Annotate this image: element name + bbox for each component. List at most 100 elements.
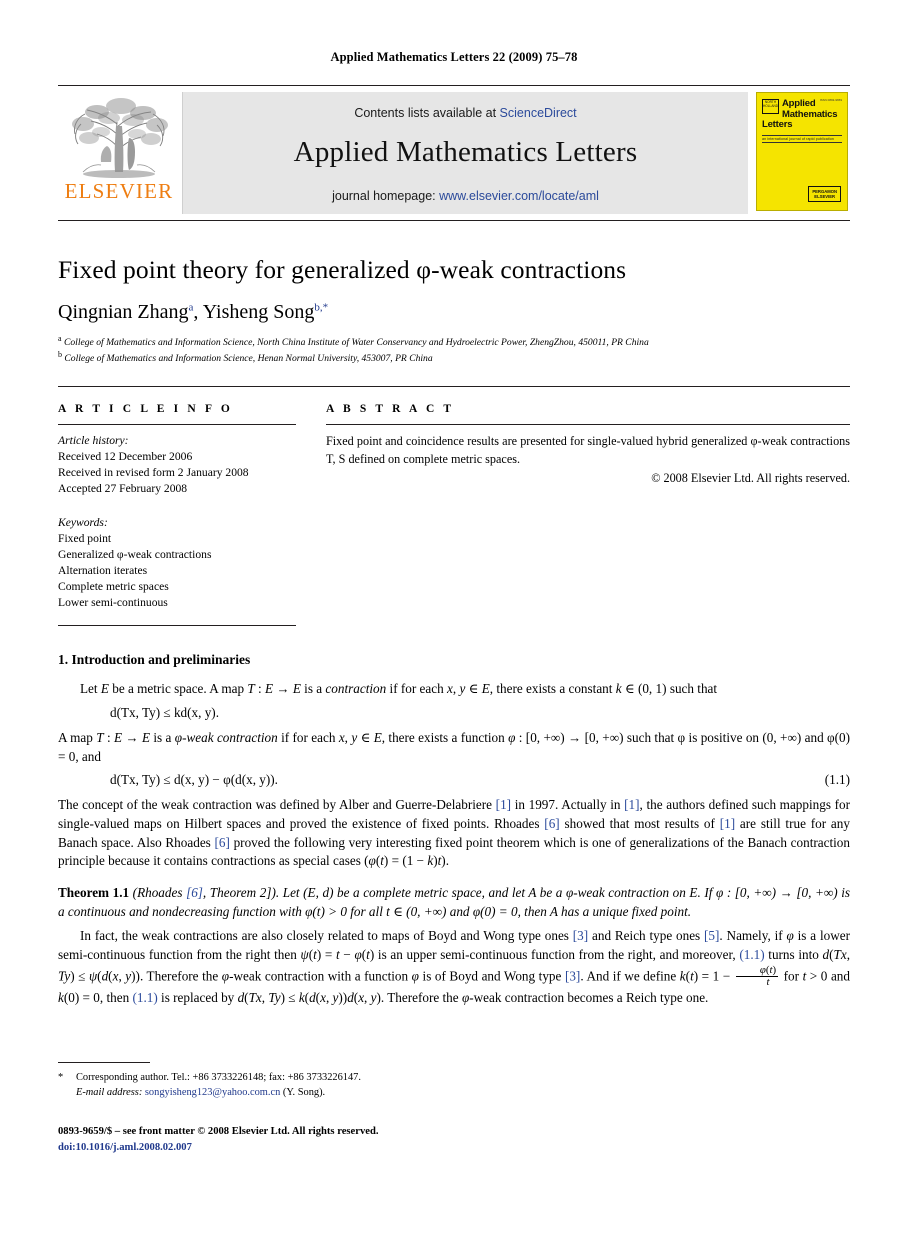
cover-image: ISSN 0893-9659 NORTH HOLLAND Applied Mat…	[756, 92, 848, 211]
affiliation-b: b College of Mathematics and Information…	[58, 349, 850, 366]
cover-badge-line1: PERGAMON	[812, 188, 837, 194]
banner-bottom-rule	[58, 220, 850, 221]
journal-homepage-link[interactable]: www.elsevier.com/locate/aml	[439, 189, 599, 203]
section-heading-1: 1. Introduction and preliminaries	[58, 652, 251, 668]
cover-badge-line2: ELSEVIER	[814, 193, 836, 199]
article-page: Applied Mathematics Letters 22 (2009) 75…	[0, 0, 907, 1238]
abstract-heading: A B S T R A C T	[326, 403, 455, 416]
keywords-block: Keywords: Fixed point Generalized φ-weak…	[58, 515, 296, 611]
p2-a: A map	[58, 729, 97, 745]
footnote-rule	[58, 1062, 150, 1063]
cover-publisher-mark: NORTH HOLLAND	[762, 99, 779, 114]
paragraph-boyd-wong-reich: In fact, the weak contractions are also …	[58, 928, 851, 1005]
cover-issn: ISSN 0893-9659	[819, 98, 842, 102]
article-info-rule	[58, 424, 296, 426]
p1-f: such that	[666, 681, 718, 697]
corresponding-author-note: * Corresponding author. Tel.: +86 3733226…	[58, 1070, 618, 1085]
ref-link-1[interactable]: [1]	[496, 797, 511, 812]
p2-c: if for each	[277, 729, 339, 745]
elsevier-tree-icon	[72, 98, 168, 178]
p1-b: be a metric space. A map	[108, 681, 248, 697]
ref-link-3[interactable]: [3]	[573, 928, 588, 943]
article-history: Article history: Received 12 December 20…	[58, 433, 296, 497]
p2-weak-term: φ-weak contraction	[174, 729, 278, 745]
article-info-heading: A R T I C L E I N F O	[58, 403, 233, 416]
cover-badge: PERGAMON ELSEVIER	[808, 185, 841, 202]
p2-b: is a	[150, 729, 175, 745]
p1-a: Let	[80, 681, 101, 697]
article-body: 1. Introduction and preliminaries Let E …	[58, 652, 850, 1007]
keyword-item: Complete metric spaces	[58, 580, 169, 594]
history-item: Received in revised form 2 January 2008	[58, 466, 249, 480]
author-list: Qingnian Zhanga, Yisheng Songb,*	[58, 300, 329, 323]
ref-link-6[interactable]: [6]	[186, 885, 203, 900]
colophon-block: 0893-9659/$ – see front matter © 2008 El…	[58, 1124, 378, 1156]
eq-link-1-1[interactable]: (1.1)	[739, 947, 764, 962]
ref-link-3[interactable]: [3]	[565, 968, 580, 983]
article-info-column: A R T I C L E I N F O Article history: R…	[58, 403, 296, 627]
p1-d: if for each	[386, 681, 448, 697]
paragraph-definition-contraction: Let E be a metric space. A map T : E → E…	[80, 681, 718, 697]
keyword-item: Fixed point	[58, 532, 112, 546]
theorem-1-1: Theorem 1.1 (Rhoades [6], Theorem 2]). L…	[58, 883, 850, 921]
affiliation-a: a College of Mathematics and Information…	[58, 333, 850, 350]
running-head: Applied Mathematics Letters 22 (2009) 75…	[330, 50, 578, 64]
column-gap	[296, 403, 326, 626]
journal-cover-thumbnail: ISSN 0893-9659 NORTH HOLLAND Applied Mat…	[754, 92, 850, 214]
ref-link-1[interactable]: [1]	[720, 816, 735, 831]
fraction-numerator: φ(t)	[735, 964, 779, 978]
equation-1-1: d(Tx, Ty) ≤ d(x, y) − φ(d(x, y)). (1.1)	[58, 772, 850, 788]
article-info-bottom-rule	[58, 625, 296, 627]
ref-link-1[interactable]: [1]	[624, 797, 639, 812]
keyword-item: Alternation iterates	[58, 564, 148, 578]
equation-1-1-text: d(Tx, Ty) ≤ d(x, y) − φ(d(x, y)).	[110, 772, 278, 788]
affiliation-mark-a: a	[58, 333, 62, 343]
author-name-1: Qingnian Zhang	[58, 300, 189, 323]
eq-link-1-1[interactable]: (1.1)	[132, 990, 157, 1005]
email-suffix: (Y. Song).	[282, 1087, 326, 1099]
journal-banner: ELSEVIER Contents lists available at Sci…	[58, 85, 850, 214]
email-note: E-mail address: songyisheng123@yahoo.com…	[58, 1085, 618, 1100]
elsevier-logo: ELSEVIER	[58, 92, 180, 214]
cover-subtitle: an international journal of rapid public…	[762, 134, 842, 143]
sciencedirect-link[interactable]: ScienceDirect	[500, 106, 577, 120]
contents-prefix: Contents lists available at	[354, 105, 500, 120]
journal-title: Applied Mathematics Letters	[293, 135, 638, 168]
paragraph-weak-contraction-history: The concept of the weak contraction was …	[58, 797, 850, 869]
ref-link-6[interactable]: [6]	[544, 816, 559, 831]
history-item: Received 12 December 2006	[58, 450, 193, 464]
affiliation-text-b: College of Mathematics and Information S…	[64, 353, 433, 365]
equation-1-1-number: (1.1)	[824, 772, 850, 788]
cover-title-line3: Letters	[762, 119, 793, 131]
keywords-label: Keywords:	[58, 516, 108, 530]
theorem-source: (Rhoades [6], Theorem 2])	[132, 885, 276, 901]
fraction-denominator: t	[766, 976, 770, 989]
paragraph-definition-weak: A map T : E → E is a φ-weak contraction …	[58, 729, 851, 764]
ref-link-5[interactable]: [5]	[704, 928, 719, 943]
theorem-label: Theorem 1.1	[58, 885, 130, 901]
fraction-phi-over-t: φ(t) t	[735, 964, 779, 989]
doi-link[interactable]: doi:10.1016/j.aml.2008.02.007	[58, 1140, 378, 1156]
author-mark-1: a	[188, 300, 194, 313]
article-history-label: Article history:	[58, 434, 129, 448]
abstract-column: A B S T R A C T Fixed point and coincide…	[326, 403, 850, 626]
p2-d: , there exists a function	[381, 729, 509, 745]
p1-e: , there exists a constant	[489, 681, 616, 697]
affiliations: a College of Mathematics and Information…	[58, 333, 850, 367]
equation-contraction-text: d(Tx, Ty) ≤ kd(x, y).	[110, 704, 219, 720]
corresponding-author-text: Corresponding author. Tel.: +86 37332261…	[76, 1072, 361, 1083]
contents-available-line: Contents lists available at ScienceDirec…	[354, 106, 576, 120]
email-label: E-mail address:	[76, 1087, 143, 1099]
banner-center: Contents lists available at ScienceDirec…	[182, 92, 748, 214]
author-name-2: Yisheng Song	[202, 300, 315, 323]
issn-copyright-line: 0893-9659/$ – see front matter © 2008 El…	[58, 1126, 379, 1137]
author-mark-2[interactable]: b,*	[314, 301, 328, 313]
page-content: Applied Mathematics Letters 22 (2009) 75…	[58, 0, 850, 1013]
abstract-text: Fixed point and coincidence results are …	[326, 434, 850, 466]
ref-link-6[interactable]: [6]	[215, 835, 230, 850]
email-link[interactable]: songyisheng123@yahoo.com.cn	[145, 1087, 280, 1098]
article-title: Fixed point theory for generalized φ-wea…	[58, 255, 627, 284]
keyword-item: Lower semi-continuous	[58, 596, 168, 610]
affiliation-text-a: College of Mathematics and Information S…	[63, 336, 649, 348]
elsevier-wordmark: ELSEVIER	[64, 179, 174, 203]
